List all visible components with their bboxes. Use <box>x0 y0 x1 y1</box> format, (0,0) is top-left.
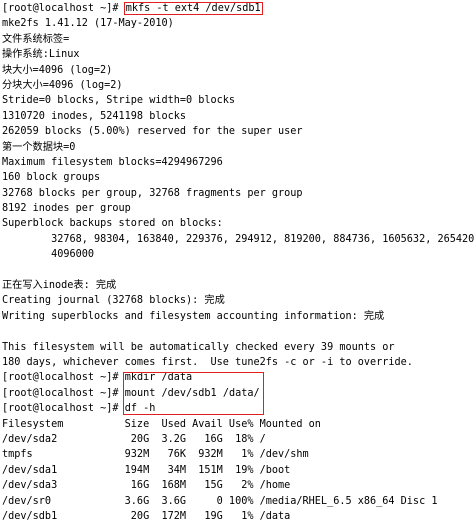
output-line: 正在写入inode表: 完成 <box>2 280 117 292</box>
output-line: 8192 inodes per group <box>2 203 131 215</box>
output-line: Writing superblocks and filesystem accou… <box>2 310 385 322</box>
command-text: mount /dev/sdb1 /data/ <box>124 387 260 399</box>
output-line: 160 block groups <box>2 172 101 184</box>
output-line: 4096000 <box>2 249 95 261</box>
command-line: [root@localhost ~]# df -h <box>0 401 474 416</box>
output-line: This filesystem will be automatically ch… <box>2 341 395 353</box>
shell-prompt: [root@localhost ~]# <box>2 372 119 384</box>
command-line: [root@localhost ~]# mount /dev/sdb1 /dat… <box>0 386 474 401</box>
output-line: mke2fs 1.41.12 (17-May-2010) <box>2 18 174 30</box>
output-line: /dev/sda1 194M 34M 151M 19% /boot <box>2 464 291 476</box>
output-line: Filesystem Size Used Avail Use% Mounted … <box>2 418 321 430</box>
output-line: /dev/sda3 16G 168M 15G 2% /home <box>2 480 291 492</box>
output-line: 180 days, whichever comes first. Use tun… <box>2 356 413 368</box>
output-line: /dev/sdb1 20G 172M 19G 1% /data <box>2 510 291 522</box>
command-text: mkdir /data <box>124 372 193 384</box>
command-line: [root@localhost ~]# mkfs -t ext4 /dev/sd… <box>0 1 474 16</box>
output-line: 1310720 inodes, 5241198 blocks <box>2 110 187 122</box>
command-text: df -h <box>124 403 156 415</box>
output-line: Creating journal (32768 blocks): 完成 <box>2 295 225 307</box>
output-line: 操作系统:Linux <box>2 49 80 61</box>
output-line: 块大小=4096 (log=2) <box>2 64 113 76</box>
output-line: 第一个数据块=0 <box>2 141 76 153</box>
output-line: 文件系统标签= <box>2 33 70 45</box>
output-line: 262059 blocks (5.00%) reserved for the s… <box>2 126 303 138</box>
output-line: 分块大小=4096 (log=2) <box>2 79 123 91</box>
output-line: /dev/sda2 20G 3.2G 16G 18% / <box>2 433 266 445</box>
output-line: Stride=0 blocks, Stripe width=0 blocks <box>2 95 236 107</box>
command-text: mkfs -t ext4 /dev/sdb1 <box>123 2 263 15</box>
output-line: Maximum filesystem blocks=4294967296 <box>2 156 223 168</box>
output-line: 32768 blocks per group, 32768 fragments … <box>2 187 303 199</box>
output-line: /dev/sr0 3.6G 3.6G 0 100% /media/RHEL_6.… <box>2 495 438 507</box>
shell-prompt: [root@localhost ~]# <box>2 403 119 415</box>
output-line: tmpfs 932M 76K 932M 1% /dev/shm <box>2 449 309 461</box>
output-line: Superblock backups stored on blocks: <box>2 218 223 230</box>
terminal-window[interactable]: [root@localhost ~]# mkfs -t ext4 /dev/sd… <box>0 0 474 522</box>
shell-prompt: [root@localhost ~]# <box>2 387 119 399</box>
shell-prompt: [root@localhost ~]# <box>2 3 119 14</box>
command-line: [root@localhost ~]# mkdir /data <box>0 370 474 385</box>
output-line: 32768, 98304, 163840, 229376, 294912, 81… <box>2 233 474 245</box>
